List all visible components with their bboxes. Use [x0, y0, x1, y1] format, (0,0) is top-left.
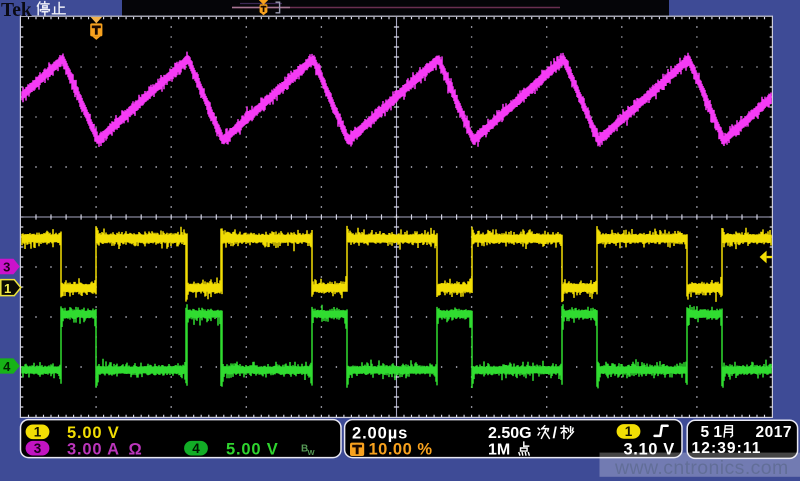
- svg-text:1: 1: [34, 425, 42, 440]
- svg-text:1: 1: [625, 424, 633, 439]
- svg-text:5 1: 5 1: [701, 424, 723, 441]
- svg-text:3.00 A: 3.00 A: [67, 441, 120, 459]
- svg-text:4: 4: [3, 359, 11, 374]
- svg-text:Tek: Tek: [1, 0, 32, 21]
- svg-text:www.cntronics.com: www.cntronics.com: [614, 457, 789, 479]
- svg-text:W: W: [308, 448, 316, 457]
- svg-text:Ω: Ω: [129, 441, 142, 459]
- svg-text:5.00 V: 5.00 V: [226, 441, 279, 459]
- svg-text:1: 1: [4, 281, 11, 296]
- svg-text:2017: 2017: [756, 424, 792, 441]
- svg-text:4: 4: [192, 441, 200, 456]
- svg-text:10.00 %: 10.00 %: [369, 441, 433, 459]
- svg-text:5.00 V: 5.00 V: [67, 424, 120, 442]
- svg-text:1M: 1M: [488, 442, 510, 459]
- svg-text:/: /: [553, 425, 558, 442]
- svg-text:2.50G: 2.50G: [488, 425, 532, 442]
- svg-text:3: 3: [34, 441, 42, 456]
- svg-text:3: 3: [3, 260, 10, 275]
